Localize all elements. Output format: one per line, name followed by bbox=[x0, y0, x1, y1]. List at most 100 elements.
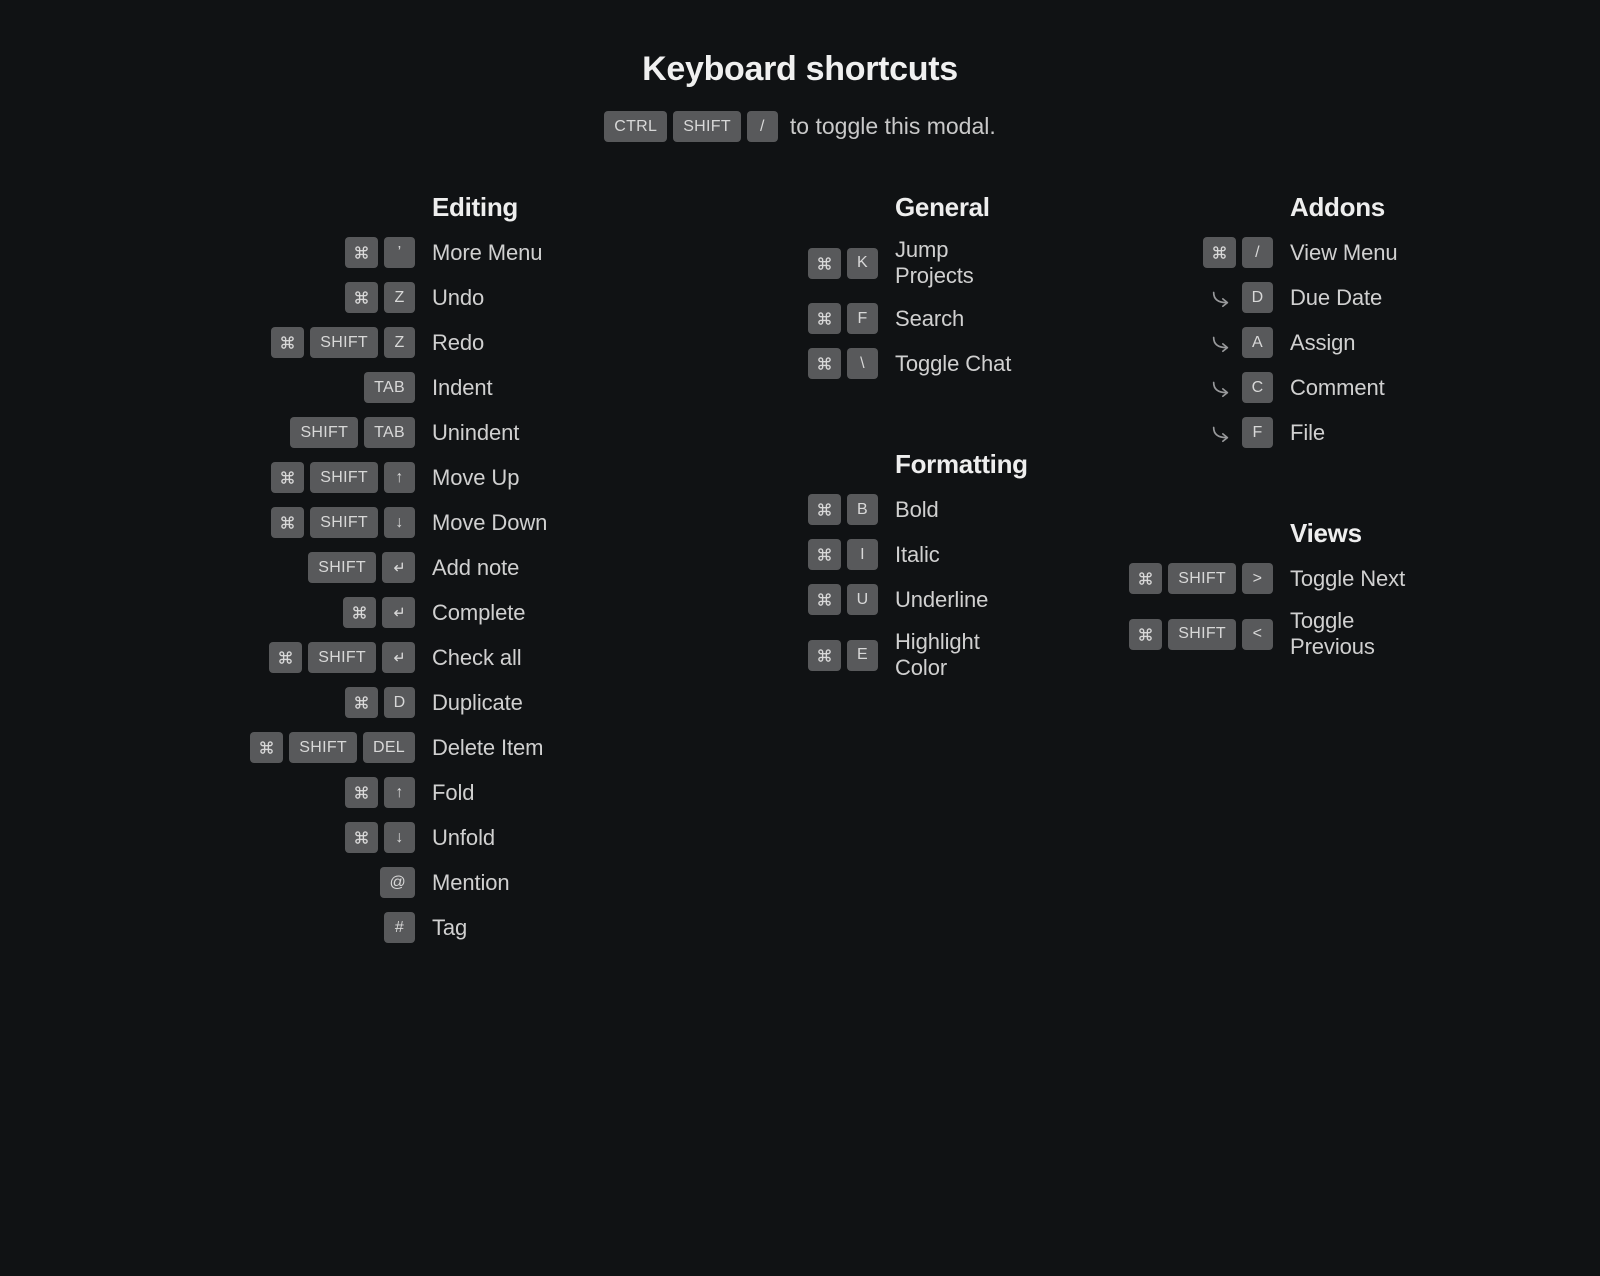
shortcut-label: Search bbox=[895, 306, 964, 332]
key-cmd bbox=[808, 348, 841, 379]
key-cmd bbox=[250, 732, 283, 763]
key-char: > bbox=[1242, 563, 1273, 594]
shortcut-row: F Search bbox=[635, 303, 1025, 334]
key-sequence: SHIFT bbox=[165, 642, 415, 673]
section-editing: Editing ’More MenuZUndoSHIFTZRedoTABInde… bbox=[165, 192, 595, 943]
key-cmd bbox=[808, 640, 841, 671]
key-sequence: U bbox=[635, 584, 878, 615]
key-sequence: SHIFT↑ bbox=[165, 462, 415, 493]
shortcut-label: Comment bbox=[1290, 375, 1385, 401]
key-sequence: B bbox=[635, 494, 878, 525]
shortcut-label: Toggle Chat bbox=[895, 351, 1011, 377]
shortcut-row: TABIndent bbox=[165, 372, 595, 403]
key-char: Z bbox=[384, 327, 415, 358]
shortcut-row: EHighlight Color bbox=[635, 629, 1025, 681]
key-char: C bbox=[1242, 372, 1273, 403]
shortcut-label: Complete bbox=[432, 600, 525, 626]
shortcut-row: SHIFT>Toggle Next bbox=[1065, 563, 1435, 594]
shortcut-label: Delete Item bbox=[432, 735, 543, 761]
shortcut-label: Toggle Previous bbox=[1290, 608, 1435, 660]
key-cmd bbox=[1203, 237, 1236, 268]
key-char: U bbox=[847, 584, 878, 615]
shortcut-row: D Due Date bbox=[1065, 282, 1435, 313]
key-char: F bbox=[847, 303, 878, 334]
key-char: E bbox=[847, 640, 878, 671]
shortcut-row: @ Mention bbox=[165, 867, 595, 898]
key-sequence: K bbox=[635, 248, 878, 279]
key-sequence: \ bbox=[635, 348, 878, 379]
key-cmd bbox=[808, 303, 841, 334]
key-cmd bbox=[1129, 619, 1162, 650]
shortcut-label: Add note bbox=[432, 555, 519, 581]
key-slash: / bbox=[747, 111, 778, 142]
key-char: / bbox=[1242, 237, 1273, 268]
key-sequence: TAB bbox=[165, 372, 415, 403]
key-cmd bbox=[345, 822, 378, 853]
key-sequence bbox=[165, 597, 415, 628]
shortcut-row: SHIFT↑Move Up bbox=[165, 462, 595, 493]
key-cmd bbox=[345, 282, 378, 313]
key-del: DEL bbox=[363, 732, 415, 763]
key-sequence: SHIFT↓ bbox=[165, 507, 415, 538]
shortcut-label: Unindent bbox=[432, 420, 519, 446]
key-enter bbox=[382, 642, 415, 673]
key-sequence: ↓ bbox=[165, 822, 415, 853]
key-sequence: A bbox=[1065, 327, 1273, 358]
shortcut-label: Bold bbox=[895, 497, 939, 523]
then-arrow-icon bbox=[1205, 372, 1236, 403]
key-char: Z bbox=[384, 282, 415, 313]
key-shift: SHIFT bbox=[310, 507, 378, 538]
key-sequence: SHIFT> bbox=[1065, 563, 1273, 594]
then-arrow-icon bbox=[1205, 327, 1236, 358]
shortcut-row: ↓Unfold bbox=[165, 822, 595, 853]
shortcut-row: SHIFTDEL Delete Item bbox=[165, 732, 595, 763]
key-sequence: F bbox=[635, 303, 878, 334]
key-sequence: SHIFTDEL bbox=[165, 732, 415, 763]
shortcut-row: ’More Menu bbox=[165, 237, 595, 268]
key-sequence: @ bbox=[165, 867, 415, 898]
key-cmd bbox=[808, 494, 841, 525]
key-char: D bbox=[1242, 282, 1273, 313]
shortcut-label: Fold bbox=[432, 780, 474, 806]
shortcut-row: Z Undo bbox=[165, 282, 595, 313]
key-cmd bbox=[808, 539, 841, 570]
section-title: Addons bbox=[1290, 192, 1435, 223]
section-title: General bbox=[895, 192, 1025, 223]
shortcut-label: File bbox=[1290, 420, 1325, 446]
key-char: F bbox=[1242, 417, 1273, 448]
shortcut-row: KJump Projects bbox=[635, 237, 1025, 289]
key-down: ↓ bbox=[384, 822, 415, 853]
key-char: \ bbox=[847, 348, 878, 379]
key-sequence: SHIFT bbox=[165, 552, 415, 583]
key-sequence: SHIFTTAB bbox=[165, 417, 415, 448]
shortcut-row: ↑ Fold bbox=[165, 777, 595, 808]
shortcut-row: SHIFTCheck all bbox=[165, 642, 595, 673]
key-shift: SHIFT bbox=[310, 327, 378, 358]
key-sequence: # bbox=[165, 912, 415, 943]
shortcut-label: Undo bbox=[432, 285, 484, 311]
key-down: ↓ bbox=[384, 507, 415, 538]
key-shift: SHIFT bbox=[1168, 619, 1236, 650]
key-sequence: I bbox=[635, 539, 878, 570]
key-sequence: SHIFT< bbox=[1065, 619, 1273, 650]
key-enter bbox=[382, 552, 415, 583]
key-shift: SHIFT bbox=[290, 417, 358, 448]
shortcut-label: Move Down bbox=[432, 510, 547, 536]
shortcut-label: Due Date bbox=[1290, 285, 1382, 311]
shortcut-row: SHIFT< Toggle Previous bbox=[1065, 608, 1435, 660]
key-sequence: C bbox=[1065, 372, 1273, 403]
modal-header: Keyboard shortcuts CTRL SHIFT / to toggl… bbox=[150, 50, 1450, 142]
shortcut-label: Tag bbox=[432, 915, 467, 941]
shortcut-label: Underline bbox=[895, 587, 988, 613]
shortcut-label: Italic bbox=[895, 542, 940, 568]
key-cmd bbox=[808, 584, 841, 615]
key-ctrl: CTRL bbox=[604, 111, 667, 142]
shortcut-row: I Italic bbox=[635, 539, 1025, 570]
key-char: < bbox=[1242, 619, 1273, 650]
key-sequence: ↑ bbox=[165, 777, 415, 808]
shortcut-label: Mention bbox=[432, 870, 510, 896]
shortcut-row: /View Menu bbox=[1065, 237, 1435, 268]
key-char: A bbox=[1242, 327, 1273, 358]
key-cmd bbox=[269, 642, 302, 673]
key-char: I bbox=[847, 539, 878, 570]
